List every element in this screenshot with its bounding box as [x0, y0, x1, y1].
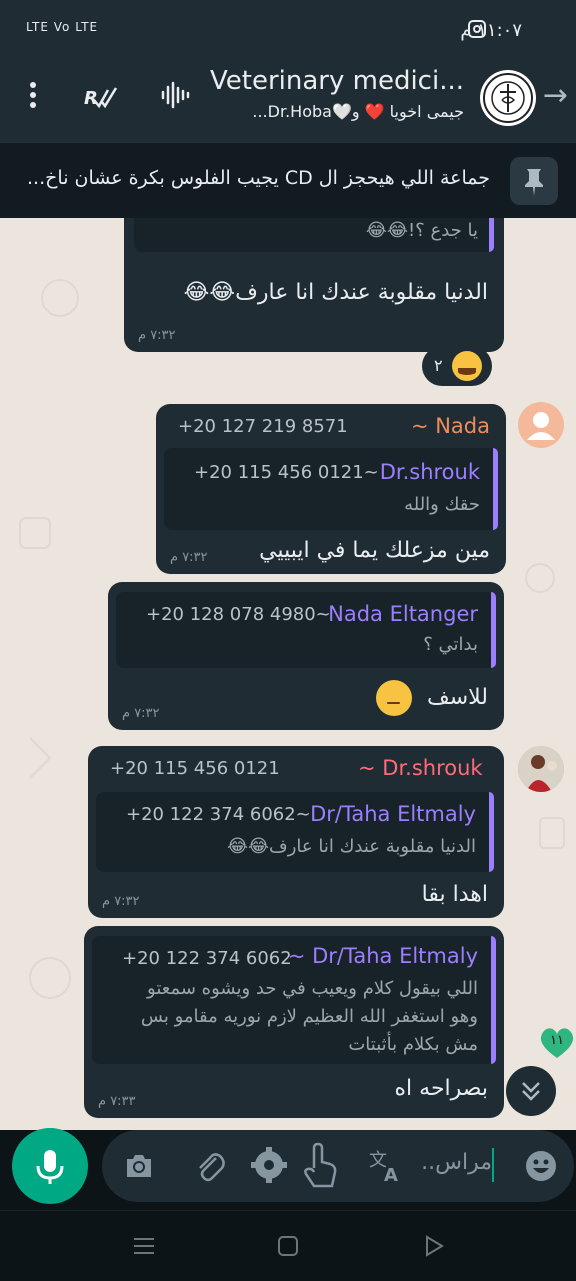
message-input-field[interactable]: 文A مراس.. — [102, 1130, 574, 1202]
group-members: جيمى اخويا ❤️ و🤍Dr.Hoba... — [252, 102, 464, 121]
message-time: ٧:٣٢ م — [102, 894, 140, 909]
quoted-message[interactable]: Nada Eltanger +20 128 078 4980~ بداتي ؟ — [116, 592, 496, 668]
quoted-text: بداتي ؟ — [423, 634, 478, 655]
message-time: ٧:٣٢ م — [170, 550, 208, 565]
group-title[interactable]: Veterinary medici... — [164, 66, 464, 96]
quoted-message[interactable]: ~ Dr/Taha Eltmaly +20 122 374 6062 اللي … — [92, 936, 496, 1064]
quoted-message[interactable]: Dr/Taha Eltmaly +20 122 374 6062~ الدنيا… — [96, 792, 494, 872]
quoted-sender-phone: +20 122 374 6062 — [122, 948, 292, 969]
pinned-text: جماعة اللي هيحجز ال CD يجيب الفلوس بكرة … — [27, 167, 490, 189]
group-avatar[interactable] — [480, 70, 536, 126]
sender-name[interactable]: ~ Nada — [411, 414, 490, 438]
back-icon[interactable] — [422, 1234, 446, 1258]
chat-area[interactable]: يا جدع ؟!😂😂 الدنيا مقلوبة عندك انا عارف😂… — [0, 218, 576, 1130]
quoted-sender-name: ~ Dr/Taha Eltmaly — [287, 944, 478, 968]
touch-icon[interactable] — [300, 1142, 340, 1188]
message-time: ٧:٣٢ م — [138, 328, 176, 343]
quoted-message[interactable]: Dr.shrouk +20 115 456 0121~ حقك والله — [164, 448, 498, 530]
message-bubble[interactable]: ~ Dr/Taha Eltmaly +20 122 374 6062 اللي … — [84, 926, 504, 1118]
back-arrow-icon[interactable]: → — [543, 78, 568, 113]
mic-button[interactable] — [12, 1128, 88, 1204]
quoted-text: حقك والله — [404, 494, 480, 515]
reaction-badge[interactable]: ٢ — [422, 346, 492, 386]
camera-icon[interactable] — [124, 1152, 154, 1180]
quoted-sender-name: Dr.shrouk — [379, 460, 480, 484]
quoted-text-line: اللي بيقول كلام ويعيب في حد ويشوه سمعتو — [147, 978, 478, 999]
scroll-down-button[interactable] — [506, 1066, 556, 1116]
pin-icon[interactable] — [510, 157, 558, 205]
message-input-bar: 文A مراس.. — [0, 1128, 576, 1210]
message-bubble[interactable]: يا جدع ؟!😂😂 الدنيا مقلوبة عندك انا عارف😂… — [124, 218, 504, 352]
emoji-icon[interactable] — [524, 1149, 558, 1183]
message-text: اهدا بقا — [421, 882, 488, 907]
quoted-message[interactable]: يا جدع ؟!😂😂 — [134, 218, 494, 252]
status-time: ١١:٠٧ م — [460, 20, 522, 41]
message-text: الدنيا مقلوبة عندك انا عارف😂😂 — [184, 280, 488, 305]
translate-icon[interactable]: 文A — [368, 1148, 404, 1184]
signal-indicator: LTE Vo LTE — [26, 20, 99, 34]
sender-phone: +20 127 219 8571 — [178, 416, 348, 437]
message-time: ٧:٣٣ م — [98, 1094, 136, 1109]
read-receipt-icon[interactable]: R — [84, 84, 120, 116]
message-text: بصراحه اه — [394, 1076, 488, 1101]
home-icon[interactable] — [276, 1234, 300, 1258]
message-text-content: للاسف — [426, 685, 488, 710]
message-bubble[interactable]: ~ Dr.shrouk +20 115 456 0121 Dr/Taha Elt… — [88, 746, 504, 918]
system-navigation-bar — [0, 1210, 576, 1281]
quoted-text: الدنيا مقلوبة عندك انا عارف😂😂 — [226, 836, 476, 857]
quoted-text-line: مش بكلام بأثبتات — [348, 1034, 478, 1055]
sad-emoji-icon — [375, 680, 412, 716]
laughing-emoji-icon — [452, 351, 482, 381]
menu-icon[interactable] — [132, 1234, 156, 1258]
quoted-sender-phone: +20 128 078 4980~ — [146, 604, 331, 625]
chat-header[interactable]: → Veterinary medici... جيمى اخويا ❤️ و🤍D… — [0, 62, 576, 142]
sender-phone: +20 115 456 0121 — [110, 758, 280, 779]
quoted-sender-phone: +20 115 456 0121~ — [194, 462, 379, 483]
more-options-icon[interactable] — [30, 82, 38, 112]
avatar[interactable] — [518, 746, 564, 792]
status-bar: LTE Vo LTE ١١:٠٧ م — [0, 0, 576, 62]
mic-icon — [36, 1150, 64, 1184]
attachment-icon[interactable] — [192, 1148, 228, 1184]
audio-wave-icon[interactable] — [160, 80, 190, 114]
pinned-message-bar[interactable]: جماعة اللي هيحجز ال CD يجيب الفلوس بكرة … — [0, 142, 576, 219]
quoted-text: يا جدع ؟!😂😂 — [365, 220, 478, 241]
sender-name[interactable]: ~ Dr.shrouk — [358, 756, 488, 780]
double-chevron-down-icon — [522, 1082, 540, 1101]
message-text: للاسف — [375, 680, 488, 716]
input-text: مراس.. — [421, 1150, 492, 1175]
message-text: مين مزعلك يما في ايبييي — [259, 538, 490, 563]
message-text-content: الدنيا مقلوبة عندك انا عارف😂😂 — [183, 280, 488, 305]
message-bubble[interactable]: Nada Eltanger +20 128 078 4980~ بداتي ؟ … — [108, 582, 504, 730]
message-bubble[interactable]: ~ Nada +20 127 219 8571 Dr.shrouk +20 11… — [156, 404, 506, 574]
avatar[interactable] — [518, 402, 564, 448]
quoted-sender-phone: +20 122 374 6062~ — [126, 804, 311, 825]
svg-text:A: A — [384, 1165, 398, 1184]
reaction-count: ٢ — [434, 356, 443, 375]
message-time: ٧:٣٢ م — [122, 706, 160, 721]
svg-text:R: R — [84, 88, 98, 109]
quoted-sender-name: Nada Eltanger — [328, 602, 478, 626]
text-cursor — [492, 1148, 494, 1182]
unread-count: ١١ — [550, 1033, 564, 1048]
quoted-text-line: وهو استغفر الله العظيم لازم نوريه مقامو … — [140, 1006, 478, 1027]
quoted-sender-name: Dr/Taha Eltmaly — [310, 802, 476, 826]
gear-icon[interactable] — [250, 1146, 288, 1184]
unread-count-badge[interactable]: ١١ — [538, 1026, 576, 1060]
